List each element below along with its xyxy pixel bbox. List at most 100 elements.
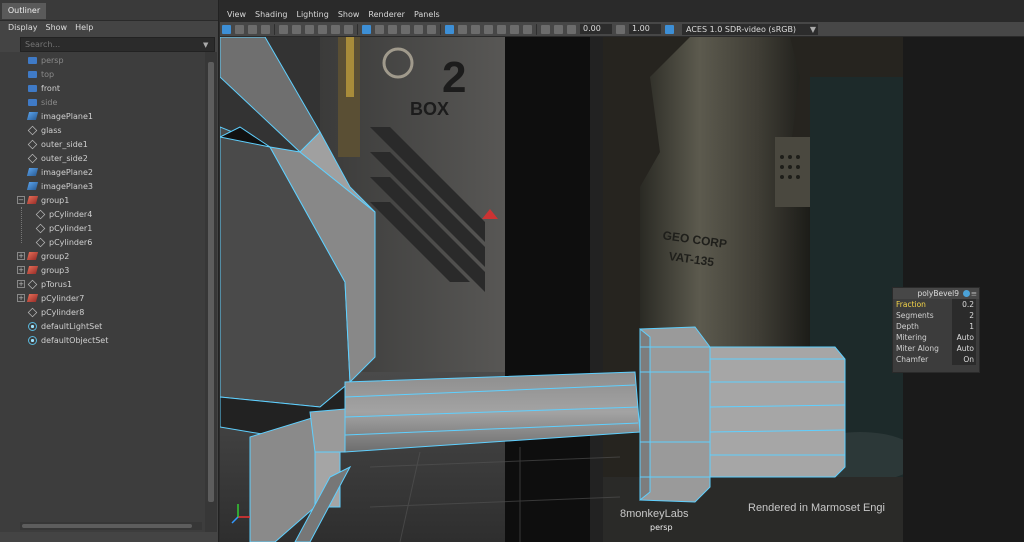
node-icon[interactable] bbox=[963, 290, 970, 297]
search-dropdown-icon[interactable]: ▼ bbox=[203, 41, 208, 49]
textured-icon[interactable] bbox=[401, 24, 410, 34]
bevel-attribute-row[interactable]: Chamfer On bbox=[893, 354, 979, 365]
outliner-item[interactable]: + group3 bbox=[17, 263, 69, 277]
bookmark-icon[interactable] bbox=[248, 24, 257, 34]
outliner-item[interactable]: glass bbox=[27, 123, 62, 137]
xray-joints-icon[interactable] bbox=[471, 24, 480, 34]
bevel-attribute-label: Depth bbox=[896, 322, 919, 331]
resolution-gate-icon[interactable] bbox=[292, 24, 301, 34]
select-camera-icon[interactable] bbox=[222, 24, 231, 34]
menu-panels[interactable]: Panels bbox=[414, 8, 440, 22]
search-input[interactable] bbox=[21, 39, 203, 50]
vertical-scrollbar[interactable] bbox=[205, 52, 217, 532]
safe-title-icon[interactable] bbox=[344, 24, 353, 34]
field-chart-icon[interactable] bbox=[318, 24, 327, 34]
menu-show[interactable]: Show bbox=[46, 20, 68, 36]
outliner-item[interactable]: persp bbox=[28, 53, 64, 67]
outliner-item[interactable]: imagePlane2 bbox=[26, 165, 93, 179]
bevel-attribute-value[interactable]: 1 bbox=[952, 321, 976, 332]
collapse-icon[interactable]: − bbox=[17, 196, 25, 204]
color-management-icon[interactable] bbox=[665, 24, 674, 34]
expand-icon[interactable]: + bbox=[17, 294, 25, 302]
bevel-attribute-value[interactable]: 0.2 bbox=[952, 299, 976, 310]
scrollbar-thumb[interactable] bbox=[22, 524, 192, 528]
gamma-field[interactable]: 1.00 bbox=[629, 24, 661, 34]
menu-display[interactable]: Display bbox=[8, 20, 38, 36]
outliner-item[interactable]: pCylinder8 bbox=[27, 305, 84, 319]
bevel-attribute-row[interactable]: Depth 1 bbox=[893, 321, 979, 332]
outliner-item[interactable]: front bbox=[28, 81, 60, 95]
tab-outliner[interactable]: Outliner bbox=[2, 3, 46, 19]
expand-icon[interactable]: + bbox=[17, 280, 25, 288]
scene-box-label: BOX bbox=[410, 99, 449, 119]
menu-show[interactable]: Show bbox=[338, 8, 360, 22]
bevel-attribute-label: Segments bbox=[896, 311, 934, 320]
image-plane-icon bbox=[26, 168, 39, 176]
menu-lighting[interactable]: Lighting bbox=[296, 8, 328, 22]
polybevel-header[interactable]: polyBevel9 ≡ bbox=[893, 288, 979, 299]
expand-icon[interactable]: + bbox=[17, 266, 25, 274]
outliner-menubar: Display Show Help bbox=[0, 20, 226, 36]
bevel-attribute-value[interactable]: 2 bbox=[952, 310, 976, 321]
lights-icon[interactable] bbox=[414, 24, 423, 34]
outliner-item[interactable]: + pCylinder7 bbox=[17, 291, 84, 305]
menu-view[interactable]: View bbox=[227, 8, 246, 22]
outliner-item-label: imagePlane1 bbox=[41, 111, 93, 121]
bevel-attribute-value[interactable]: Auto bbox=[952, 343, 976, 354]
outliner-item[interactable]: imagePlane3 bbox=[26, 179, 93, 193]
camera-attributes-icon[interactable] bbox=[235, 24, 244, 34]
horizontal-scrollbar[interactable] bbox=[20, 522, 202, 530]
smooth-shade-icon[interactable] bbox=[388, 24, 397, 34]
outliner-item[interactable]: imagePlane1 bbox=[26, 109, 93, 123]
wireframe-on-shaded-icon[interactable] bbox=[445, 24, 454, 34]
outliner-item-label: pCylinder7 bbox=[41, 293, 85, 303]
bevel-attribute-value[interactable]: On bbox=[952, 354, 976, 365]
grid-icon[interactable] bbox=[362, 24, 371, 34]
outliner-item[interactable]: defaultObjectSet bbox=[28, 333, 108, 347]
exposure-icon[interactable] bbox=[567, 24, 576, 34]
group-icon bbox=[26, 266, 39, 274]
motion-blur-icon[interactable] bbox=[510, 24, 519, 34]
xray-icon[interactable] bbox=[458, 24, 467, 34]
bevel-attribute-row[interactable]: Mitering Auto bbox=[893, 332, 979, 343]
outliner-item-label: pCylinder1 bbox=[49, 223, 93, 233]
depth-of-field-icon[interactable] bbox=[541, 24, 550, 34]
outliner-item[interactable]: top bbox=[28, 67, 54, 81]
outliner-item[interactable]: pCylinder6 bbox=[35, 235, 93, 249]
outliner-item-label: pCylinder6 bbox=[49, 237, 93, 247]
menu-renderer[interactable]: Renderer bbox=[368, 8, 405, 22]
outliner-item[interactable]: + pTorus1 bbox=[17, 277, 72, 291]
outliner-item[interactable]: side bbox=[28, 95, 57, 109]
outliner-item[interactable]: outer_side2 bbox=[27, 151, 88, 165]
outliner-item[interactable]: + group2 bbox=[17, 249, 69, 263]
wireframe-icon[interactable] bbox=[375, 24, 384, 34]
outliner-item[interactable]: pCylinder4 bbox=[35, 207, 92, 221]
bevel-attribute-row[interactable]: Miter Along Auto bbox=[893, 343, 979, 354]
color-space-value: ACES 1.0 SDR-video (sRGB) bbox=[686, 24, 797, 34]
exposure-field[interactable]: 0.00 bbox=[580, 24, 612, 34]
shadows-icon[interactable] bbox=[427, 24, 436, 34]
film-gate-icon[interactable] bbox=[279, 24, 288, 34]
outliner-item[interactable]: pCylinder1 bbox=[35, 221, 93, 235]
menu-icon[interactable]: ≡ bbox=[971, 288, 977, 299]
gate-mask-icon[interactable] bbox=[305, 24, 314, 34]
gamma-icon[interactable] bbox=[616, 24, 625, 34]
safe-action-icon[interactable] bbox=[331, 24, 340, 34]
image-plane-icon[interactable] bbox=[261, 24, 270, 34]
separator bbox=[440, 23, 441, 35]
color-space-dropdown[interactable]: ACES 1.0 SDR-video (sRGB) ▼ bbox=[682, 23, 818, 35]
scrollbar-thumb[interactable] bbox=[208, 62, 214, 502]
bevel-attribute-row[interactable]: Fraction 0.2 bbox=[893, 299, 979, 310]
outliner-item[interactable]: − group1 bbox=[17, 193, 69, 207]
menu-help[interactable]: Help bbox=[75, 20, 93, 36]
outliner-item[interactable]: outer_side1 bbox=[27, 137, 88, 151]
bevel-attribute-value[interactable]: Auto bbox=[952, 332, 976, 343]
anti-aliasing-icon[interactable] bbox=[523, 24, 532, 34]
isolate-select-icon[interactable] bbox=[554, 24, 563, 34]
bevel-attribute-row[interactable]: Segments 2 bbox=[893, 310, 979, 321]
backface-icon[interactable] bbox=[484, 24, 493, 34]
menu-shading[interactable]: Shading bbox=[255, 8, 288, 22]
screen-space-ao-icon[interactable] bbox=[497, 24, 506, 34]
outliner-item[interactable]: defaultLightSet bbox=[28, 319, 102, 333]
expand-icon[interactable]: + bbox=[17, 252, 25, 260]
